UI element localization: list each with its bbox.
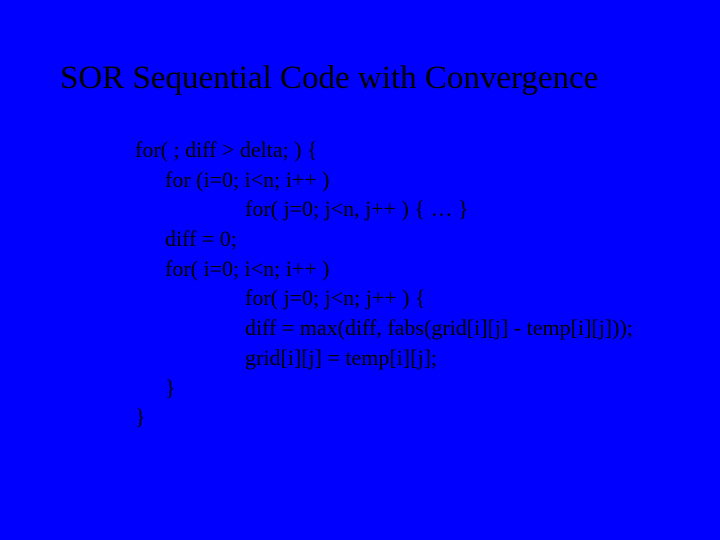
code-line: } [165, 373, 720, 403]
code-line: for( j=0; j<n; j++ ) { [245, 283, 720, 313]
slide-title: SOR Sequential Code with Convergence [60, 60, 720, 97]
code-line: for (i=0; i<n; i++ ) [165, 165, 720, 195]
code-line: diff = max(diff, fabs(grid[i][j] - temp[… [245, 313, 720, 343]
slide: SOR Sequential Code with Convergence for… [0, 0, 720, 540]
code-block: for( ; diff > delta; ) { for (i=0; i<n; … [135, 135, 720, 432]
code-line: diff = 0; [165, 224, 720, 254]
code-line: for( j=0; j<n, j++ ) { … } [245, 194, 720, 224]
code-line: } [135, 402, 720, 432]
code-line: for( i=0; i<n; i++ ) [165, 254, 720, 284]
code-line: grid[i][j] = temp[i][j]; [245, 343, 720, 373]
code-line: for( ; diff > delta; ) { [135, 135, 720, 165]
